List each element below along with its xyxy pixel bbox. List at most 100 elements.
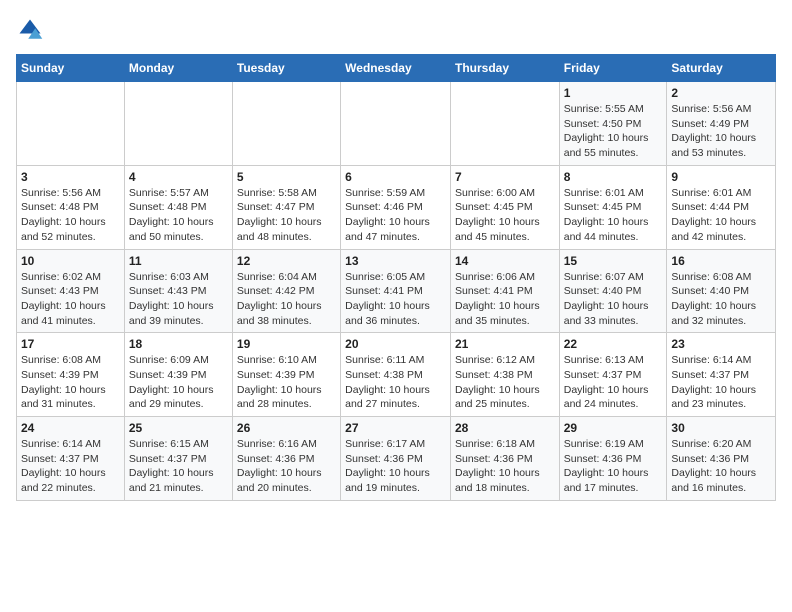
calendar-table: SundayMondayTuesdayWednesdayThursdayFrid… <box>16 54 776 501</box>
calendar-cell: 22 Sunrise: 6:13 AM Sunset: 4:37 PM Dayli… <box>559 333 667 417</box>
day-number: 8 <box>564 170 663 184</box>
calendar-cell: 17 Sunrise: 6:08 AM Sunset: 4:39 PM Dayli… <box>17 333 125 417</box>
column-header-friday: Friday <box>559 55 667 82</box>
day-number: 15 <box>564 254 663 268</box>
day-info: Sunrise: 5:57 AM Sunset: 4:48 PM Dayligh… <box>129 186 228 245</box>
day-info: Sunrise: 6:19 AM Sunset: 4:36 PM Dayligh… <box>564 437 663 496</box>
day-info: Sunrise: 6:01 AM Sunset: 4:45 PM Dayligh… <box>564 186 663 245</box>
calendar-cell: 6 Sunrise: 5:59 AM Sunset: 4:46 PM Daylig… <box>341 165 451 249</box>
calendar-cell: 27Sunrise: 6:17 AM Sunset: 4:36 PM Dayli… <box>341 417 451 501</box>
calendar-cell: 16 Sunrise: 6:08 AM Sunset: 4:40 PM Dayli… <box>667 249 776 333</box>
calendar-cell <box>450 82 559 166</box>
day-info: Sunrise: 6:08 AM Sunset: 4:39 PM Dayligh… <box>21 353 120 412</box>
day-number: 18 <box>129 337 228 351</box>
calendar-cell: 30 Sunrise: 6:20 AM Sunset: 4:36 PM Dayli… <box>667 417 776 501</box>
calendar-cell: 20 Sunrise: 6:11 AM Sunset: 4:38 PM Dayli… <box>341 333 451 417</box>
day-number: 20 <box>345 337 446 351</box>
calendar-cell: 21 Sunrise: 6:12 AM Sunset: 4:38 PM Dayli… <box>450 333 559 417</box>
day-info: Sunrise: 6:16 AM Sunset: 4:36 PM Dayligh… <box>237 437 336 496</box>
calendar-cell: 15 Sunrise: 6:07 AM Sunset: 4:40 PM Dayli… <box>559 249 667 333</box>
calendar-cell: 24 Sunrise: 6:14 AM Sunset: 4:37 PM Dayli… <box>17 417 125 501</box>
calendar-cell: 1 Sunrise: 5:55 AM Sunset: 4:50 PM Daylig… <box>559 82 667 166</box>
day-number: 23 <box>671 337 771 351</box>
calendar-cell: 14Sunrise: 6:06 AM Sunset: 4:41 PM Dayli… <box>450 249 559 333</box>
calendar-cell: 2 Sunrise: 5:56 AM Sunset: 4:49 PM Daylig… <box>667 82 776 166</box>
day-number: 16 <box>671 254 771 268</box>
calendar-header-row: SundayMondayTuesdayWednesdayThursdayFrid… <box>17 55 776 82</box>
day-info: Sunrise: 5:56 AM Sunset: 4:49 PM Dayligh… <box>671 102 771 161</box>
day-number: 19 <box>237 337 336 351</box>
calendar-cell: 9 Sunrise: 6:01 AM Sunset: 4:44 PM Daylig… <box>667 165 776 249</box>
column-header-wednesday: Wednesday <box>341 55 451 82</box>
day-info: Sunrise: 6:20 AM Sunset: 4:36 PM Dayligh… <box>671 437 771 496</box>
day-info: Sunrise: 5:58 AM Sunset: 4:47 PM Dayligh… <box>237 186 336 245</box>
day-number: 9 <box>671 170 771 184</box>
day-number: 4 <box>129 170 228 184</box>
day-info: Sunrise: 6:14 AM Sunset: 4:37 PM Dayligh… <box>671 353 771 412</box>
column-header-tuesday: Tuesday <box>232 55 340 82</box>
day-number: 24 <box>21 421 120 435</box>
day-info: Sunrise: 6:04 AM Sunset: 4:42 PM Dayligh… <box>237 270 336 329</box>
column-header-monday: Monday <box>124 55 232 82</box>
day-info: Sunrise: 6:07 AM Sunset: 4:40 PM Dayligh… <box>564 270 663 329</box>
day-number: 22 <box>564 337 663 351</box>
calendar-cell <box>341 82 451 166</box>
calendar-cell: 26 Sunrise: 6:16 AM Sunset: 4:36 PM Dayli… <box>232 417 340 501</box>
day-info: Sunrise: 6:10 AM Sunset: 4:39 PM Dayligh… <box>237 353 336 412</box>
day-number: 5 <box>237 170 336 184</box>
column-header-saturday: Saturday <box>667 55 776 82</box>
calendar-cell: 25Sunrise: 6:15 AM Sunset: 4:37 PM Dayli… <box>124 417 232 501</box>
calendar-cell <box>232 82 340 166</box>
calendar-week-1: 1 Sunrise: 5:55 AM Sunset: 4:50 PM Daylig… <box>17 82 776 166</box>
day-number: 28 <box>455 421 555 435</box>
calendar-cell: 19 Sunrise: 6:10 AM Sunset: 4:39 PM Dayli… <box>232 333 340 417</box>
day-number: 6 <box>345 170 446 184</box>
column-header-thursday: Thursday <box>450 55 559 82</box>
day-info: Sunrise: 6:15 AM Sunset: 4:37 PM Dayligh… <box>129 437 228 496</box>
day-number: 17 <box>21 337 120 351</box>
page-header <box>16 16 776 44</box>
day-info: Sunrise: 6:06 AM Sunset: 4:41 PM Dayligh… <box>455 270 555 329</box>
day-info: Sunrise: 6:02 AM Sunset: 4:43 PM Dayligh… <box>21 270 120 329</box>
calendar-cell: 28 Sunrise: 6:18 AM Sunset: 4:36 PM Dayli… <box>450 417 559 501</box>
day-number: 12 <box>237 254 336 268</box>
day-number: 21 <box>455 337 555 351</box>
day-info: Sunrise: 6:08 AM Sunset: 4:40 PM Dayligh… <box>671 270 771 329</box>
calendar-week-5: 24 Sunrise: 6:14 AM Sunset: 4:37 PM Dayli… <box>17 417 776 501</box>
day-info: Sunrise: 5:55 AM Sunset: 4:50 PM Dayligh… <box>564 102 663 161</box>
calendar-week-3: 10 Sunrise: 6:02 AM Sunset: 4:43 PM Dayli… <box>17 249 776 333</box>
day-info: Sunrise: 6:18 AM Sunset: 4:36 PM Dayligh… <box>455 437 555 496</box>
day-number: 29 <box>564 421 663 435</box>
day-info: Sunrise: 6:13 AM Sunset: 4:37 PM Dayligh… <box>564 353 663 412</box>
column-header-sunday: Sunday <box>17 55 125 82</box>
calendar-cell: 29 Sunrise: 6:19 AM Sunset: 4:36 PM Dayli… <box>559 417 667 501</box>
calendar-week-4: 17 Sunrise: 6:08 AM Sunset: 4:39 PM Dayli… <box>17 333 776 417</box>
day-number: 26 <box>237 421 336 435</box>
calendar-cell: 11 Sunrise: 6:03 AM Sunset: 4:43 PM Dayli… <box>124 249 232 333</box>
day-info: Sunrise: 5:59 AM Sunset: 4:46 PM Dayligh… <box>345 186 446 245</box>
day-number: 11 <box>129 254 228 268</box>
day-number: 13 <box>345 254 446 268</box>
day-number: 3 <box>21 170 120 184</box>
day-info: Sunrise: 6:12 AM Sunset: 4:38 PM Dayligh… <box>455 353 555 412</box>
calendar-cell: 3Sunrise: 5:56 AM Sunset: 4:48 PM Daylig… <box>17 165 125 249</box>
day-info: Sunrise: 6:03 AM Sunset: 4:43 PM Dayligh… <box>129 270 228 329</box>
day-info: Sunrise: 6:14 AM Sunset: 4:37 PM Dayligh… <box>21 437 120 496</box>
calendar-cell: 23 Sunrise: 6:14 AM Sunset: 4:37 PM Dayli… <box>667 333 776 417</box>
day-info: Sunrise: 6:17 AM Sunset: 4:36 PM Dayligh… <box>345 437 446 496</box>
day-number: 7 <box>455 170 555 184</box>
calendar-cell <box>124 82 232 166</box>
calendar-cell: 5 Sunrise: 5:58 AM Sunset: 4:47 PM Daylig… <box>232 165 340 249</box>
day-number: 30 <box>671 421 771 435</box>
calendar-cell: 12 Sunrise: 6:04 AM Sunset: 4:42 PM Dayli… <box>232 249 340 333</box>
day-number: 2 <box>671 86 771 100</box>
logo <box>16 16 48 44</box>
day-info: Sunrise: 6:11 AM Sunset: 4:38 PM Dayligh… <box>345 353 446 412</box>
day-number: 10 <box>21 254 120 268</box>
calendar-cell: 13Sunrise: 6:05 AM Sunset: 4:41 PM Dayli… <box>341 249 451 333</box>
day-number: 1 <box>564 86 663 100</box>
day-info: Sunrise: 6:01 AM Sunset: 4:44 PM Dayligh… <box>671 186 771 245</box>
calendar-cell: 10 Sunrise: 6:02 AM Sunset: 4:43 PM Dayli… <box>17 249 125 333</box>
day-info: Sunrise: 6:09 AM Sunset: 4:39 PM Dayligh… <box>129 353 228 412</box>
calendar-cell <box>17 82 125 166</box>
